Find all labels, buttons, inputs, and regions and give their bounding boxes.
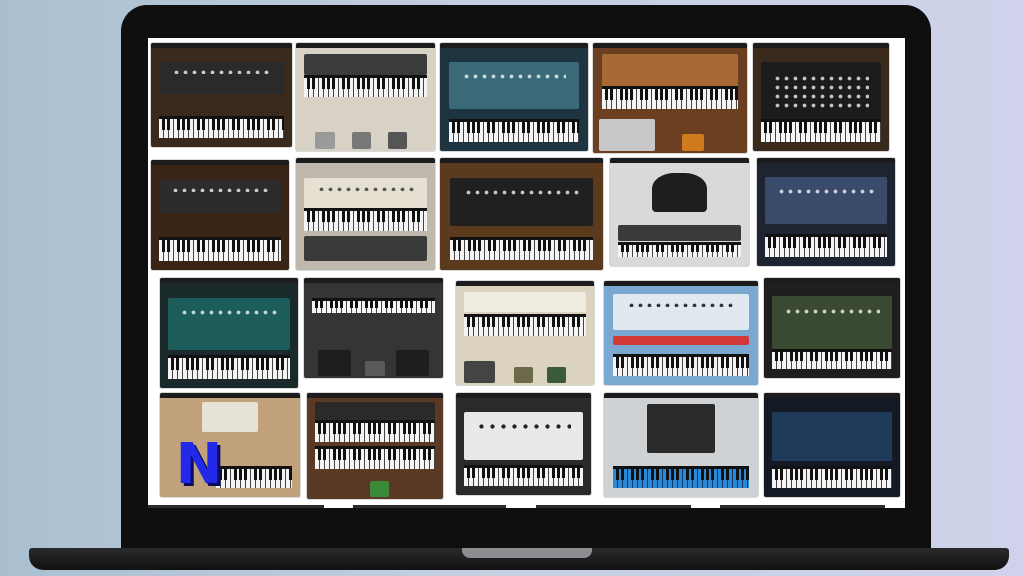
synth-image	[456, 286, 594, 385]
synth-tile-9[interactable]	[610, 158, 749, 266]
synth-image	[610, 163, 749, 266]
synth-image	[764, 398, 900, 497]
window-strip	[148, 505, 324, 508]
window-strip	[353, 505, 506, 508]
synth-image	[764, 283, 900, 378]
synth-image	[593, 48, 747, 153]
synth-image	[604, 286, 758, 385]
synth-tile-11[interactable]	[160, 278, 298, 388]
synth-tile-13[interactable]	[456, 281, 594, 385]
synth-tile-10[interactable]	[757, 158, 895, 266]
synth-image	[160, 283, 298, 388]
synth-tile-5[interactable]	[753, 43, 889, 151]
synth-tile-18[interactable]	[456, 393, 591, 495]
synth-image	[753, 48, 889, 151]
synth-tile-19[interactable]	[604, 393, 758, 497]
synth-image	[456, 398, 591, 495]
synth-tile-1[interactable]	[151, 43, 292, 147]
synth-tile-15[interactable]	[764, 278, 900, 378]
synth-image	[440, 48, 588, 151]
window-strip	[720, 505, 885, 508]
synth-image	[304, 283, 443, 378]
synth-tile-20[interactable]	[764, 393, 900, 497]
synth-image	[151, 48, 292, 147]
synth-image	[440, 163, 603, 270]
synth-image	[151, 165, 289, 270]
synth-tile-4[interactable]	[593, 43, 747, 153]
synth-tile-2[interactable]	[296, 43, 435, 151]
synth-image	[757, 163, 895, 266]
laptop-screen: N	[148, 38, 905, 508]
synth-tile-6[interactable]	[151, 160, 289, 270]
synth-image	[296, 48, 435, 151]
synth-tile-17[interactable]	[307, 393, 443, 499]
synth-tile-14[interactable]	[604, 281, 758, 385]
synth-tile-8[interactable]	[440, 158, 603, 270]
synth-tile-3[interactable]	[440, 43, 588, 151]
synth-image	[296, 163, 435, 270]
synth-image	[604, 398, 758, 497]
logo-badge: N	[175, 431, 223, 497]
synth-image	[307, 398, 443, 499]
synth-tile-12[interactable]	[304, 278, 443, 378]
synth-tile-7[interactable]	[296, 158, 435, 270]
trackpad-notch	[462, 548, 592, 558]
synth-tile-16[interactable]: N	[160, 393, 300, 497]
window-strip	[536, 505, 691, 508]
